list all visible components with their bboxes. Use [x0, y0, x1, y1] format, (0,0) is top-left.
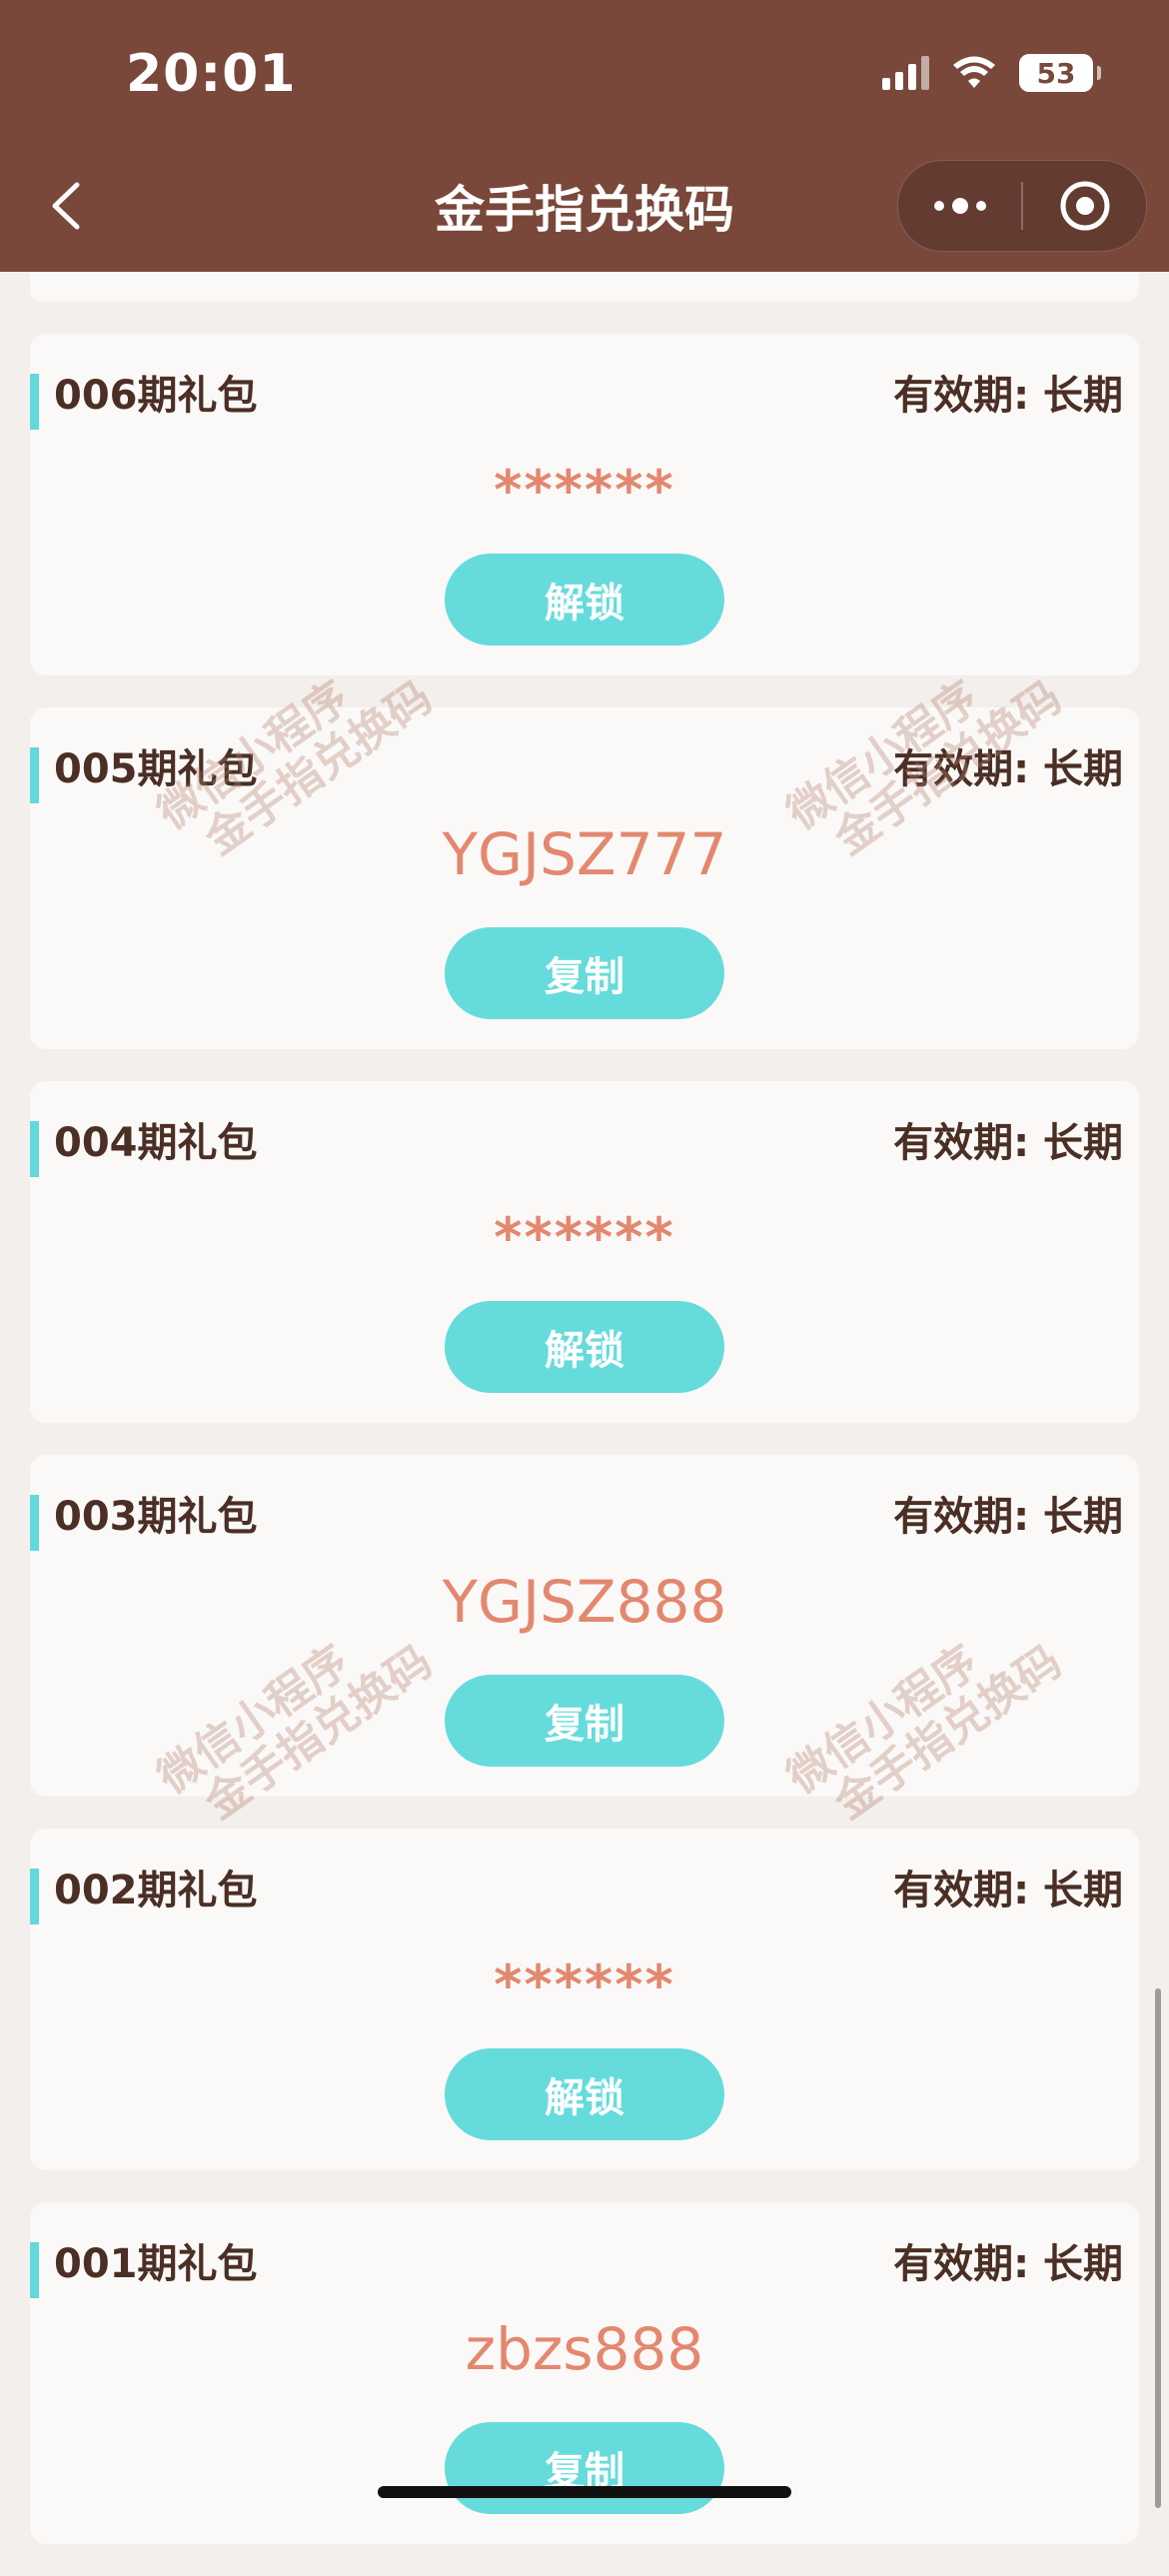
card-title: 006期礼包 — [30, 374, 258, 430]
card-expiry: 有效期: 长期 — [893, 746, 1123, 792]
card-title: 005期礼包 — [30, 747, 258, 803]
card-title: 001期礼包 — [30, 2242, 258, 2298]
target-circle-icon — [1060, 181, 1109, 231]
mini-program-capsule — [897, 160, 1147, 252]
card-code: zbzs888 — [465, 2315, 704, 2383]
card-expiry: 有效期: 长期 — [893, 1868, 1123, 1914]
copy-button[interactable]: 复制 — [445, 2422, 724, 2514]
close-mini-program-button[interactable] — [1023, 161, 1146, 251]
scrollbar[interactable] — [1155, 1988, 1161, 2508]
card-code: YGJSZ888 — [442, 1568, 727, 1636]
nav-bar: 20:01 53 金手指兑换码 — [0, 0, 1169, 272]
card-expiry: 有效期: 长期 — [893, 2241, 1123, 2287]
card-expiry: 有效期: 长期 — [893, 1120, 1123, 1166]
wifi-icon — [951, 56, 997, 90]
unlock-button[interactable]: 解锁 — [445, 1301, 724, 1393]
more-button[interactable] — [898, 161, 1021, 251]
gift-card: 005期礼包 有效期: 长期 YGJSZ777 复制 — [30, 707, 1139, 1049]
copy-button[interactable]: 复制 — [445, 927, 724, 1019]
more-dots-icon — [933, 198, 986, 214]
cellular-signal-icon — [882, 56, 929, 90]
battery-icon: 53 — [1019, 54, 1101, 92]
card-expiry: 有效期: 长期 — [893, 1494, 1123, 1540]
gift-card: 002期礼包 有效期: 长期 ****** 解锁 — [30, 1829, 1139, 2170]
gift-card: 004期礼包 有效期: 长期 ****** 解锁 — [30, 1081, 1139, 1423]
gift-code-list: 006期礼包 有效期: 长期 ****** 解锁 005期礼包 有效期: 长期 … — [30, 272, 1139, 2576]
gift-card: 006期礼包 有效期: 长期 ****** 解锁 — [30, 334, 1139, 675]
card-expiry: 有效期: 长期 — [893, 373, 1123, 419]
card-code: ****** — [494, 1206, 675, 1269]
card-code: ****** — [494, 459, 675, 522]
previous-card-stub — [30, 272, 1139, 302]
card-code: ****** — [494, 1953, 675, 2016]
home-indicator[interactable] — [378, 2486, 791, 2498]
card-title: 003期礼包 — [30, 1495, 258, 1551]
card-code: YGJSZ777 — [442, 820, 727, 888]
unlock-button[interactable]: 解锁 — [445, 2048, 724, 2140]
card-title: 002期礼包 — [30, 1869, 258, 1925]
copy-button[interactable]: 复制 — [445, 1675, 724, 1767]
gift-card: 003期礼包 有效期: 长期 YGJSZ888 复制 — [30, 1455, 1139, 1797]
card-title: 004期礼包 — [30, 1121, 258, 1177]
unlock-button[interactable]: 解锁 — [445, 554, 724, 645]
status-icons: 53 — [882, 54, 1101, 92]
status-time: 20:01 — [126, 44, 297, 104]
